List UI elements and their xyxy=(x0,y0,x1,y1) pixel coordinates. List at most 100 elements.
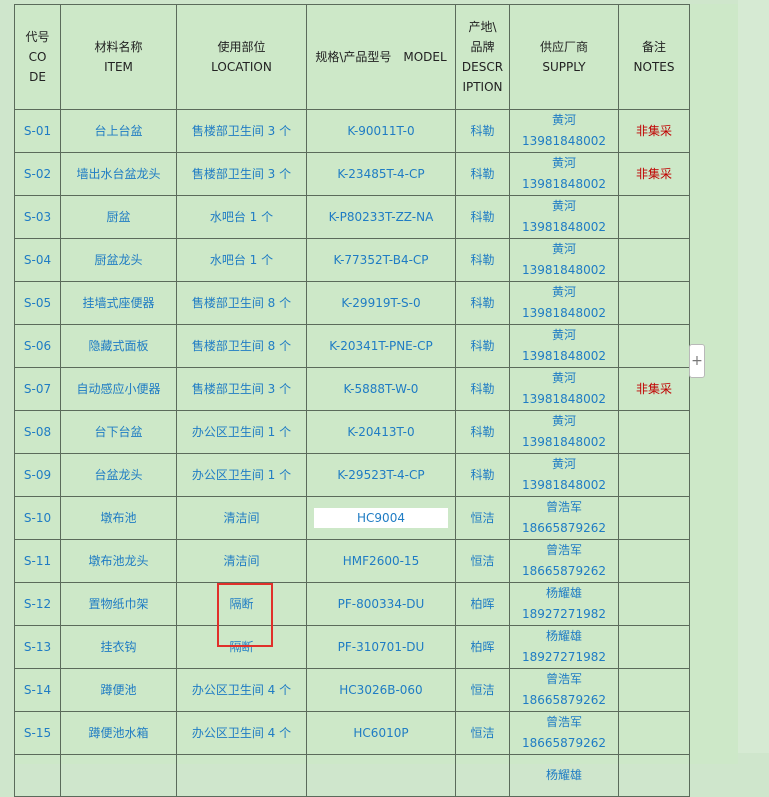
code-cell[interactable]: S-07 xyxy=(14,367,61,411)
note-cell[interactable] xyxy=(618,625,690,669)
supplier-cell[interactable]: 曾浩军 18665879262 xyxy=(509,539,619,583)
supplier-cell[interactable]: 黄河 13981848002 xyxy=(509,109,619,153)
model-cell[interactable]: K-23485T-4-CP xyxy=(306,152,456,196)
brand-cell[interactable]: 科勒 xyxy=(455,195,510,239)
model-cell[interactable]: K-77352T-B4-CP xyxy=(306,238,456,282)
note-cell[interactable] xyxy=(618,711,690,755)
model-cell[interactable]: K-P80233T-ZZ-NA xyxy=(306,195,456,239)
location-cell[interactable]: 售楼部卫生间 3 个 xyxy=(176,367,307,411)
code-cell[interactable]: S-15 xyxy=(14,711,61,755)
location-cell[interactable]: 办公区卫生间 4 个 xyxy=(176,668,307,712)
supplier-cell[interactable]: 黄河 13981848002 xyxy=(509,281,619,325)
location-cell[interactable]: 水吧台 1 个 xyxy=(176,238,307,282)
item-cell[interactable]: 置物纸巾架 xyxy=(60,582,177,626)
note-cell[interactable] xyxy=(618,582,690,626)
item-cell[interactable]: 台上台盆 xyxy=(60,109,177,153)
note-cell[interactable] xyxy=(618,238,690,282)
model-cell[interactable]: K-29919T-S-0 xyxy=(306,281,456,325)
item-cell[interactable] xyxy=(60,754,177,797)
note-cell[interactable]: 非集采 xyxy=(618,367,690,411)
item-cell[interactable]: 墙出水台盆龙头 xyxy=(60,152,177,196)
code-cell[interactable]: S-12 xyxy=(14,582,61,626)
item-cell[interactable]: 厨盆龙头 xyxy=(60,238,177,282)
code-cell[interactable]: S-10 xyxy=(14,496,61,540)
note-cell[interactable] xyxy=(618,281,690,325)
supplier-cell[interactable]: 曾浩军 18665879262 xyxy=(509,496,619,540)
brand-cell[interactable]: 科勒 xyxy=(455,238,510,282)
note-cell[interactable] xyxy=(618,195,690,239)
brand-cell[interactable]: 科勒 xyxy=(455,152,510,196)
note-cell[interactable] xyxy=(618,496,690,540)
location-cell[interactable]: 办公区卫生间 1 个 xyxy=(176,410,307,454)
model-cell[interactable] xyxy=(306,754,456,797)
model-cell[interactable]: K-20341T-PNE-CP xyxy=(306,324,456,368)
location-cell[interactable]: 售楼部卫生间 8 个 xyxy=(176,324,307,368)
location-cell[interactable]: 水吧台 1 个 xyxy=(176,195,307,239)
code-cell[interactable]: S-06 xyxy=(14,324,61,368)
location-cell[interactable]: 售楼部卫生间 8 个 xyxy=(176,281,307,325)
item-cell[interactable]: 自动感应小便器 xyxy=(60,367,177,411)
location-cell[interactable] xyxy=(176,754,307,797)
code-cell[interactable]: S-03 xyxy=(14,195,61,239)
item-cell[interactable]: 台下台盆 xyxy=(60,410,177,454)
note-cell[interactable] xyxy=(618,539,690,583)
location-cell[interactable]: 隔断 xyxy=(176,625,307,669)
model-cell[interactable]: K-90011T-0 xyxy=(306,109,456,153)
model-selected-cell[interactable]: HC9004 xyxy=(314,508,448,528)
add-column-button[interactable]: + xyxy=(689,344,705,378)
code-cell[interactable]: S-09 xyxy=(14,453,61,497)
supplier-cell[interactable]: 黄河 13981848002 xyxy=(509,453,619,497)
item-cell[interactable]: 蹲便池水箱 xyxy=(60,711,177,755)
note-cell[interactable]: 非集采 xyxy=(618,109,690,153)
brand-cell[interactable]: 科勒 xyxy=(455,109,510,153)
brand-cell[interactable]: 恒洁 xyxy=(455,539,510,583)
model-cell[interactable]: HC3026B-060 xyxy=(306,668,456,712)
code-cell[interactable]: S-02 xyxy=(14,152,61,196)
location-cell[interactable]: 清洁间 xyxy=(176,539,307,583)
code-cell[interactable]: S-13 xyxy=(14,625,61,669)
note-cell[interactable]: 非集采 xyxy=(618,152,690,196)
supplier-cell[interactable]: 黄河 13981848002 xyxy=(509,152,619,196)
brand-cell[interactable]: 柏晖 xyxy=(455,582,510,626)
item-cell[interactable]: 蹲便池 xyxy=(60,668,177,712)
supplier-cell[interactable]: 黄河 13981848002 xyxy=(509,410,619,454)
code-cell[interactable]: S-04 xyxy=(14,238,61,282)
brand-cell[interactable]: 恒洁 xyxy=(455,711,510,755)
location-cell[interactable]: 售楼部卫生间 3 个 xyxy=(176,152,307,196)
model-cell[interactable]: K-20413T-0 xyxy=(306,410,456,454)
brand-cell[interactable]: 恒洁 xyxy=(455,496,510,540)
supplier-cell[interactable]: 黄河 13981848002 xyxy=(509,195,619,239)
supplier-cell[interactable]: 杨耀雄 18927271982 xyxy=(509,625,619,669)
location-cell[interactable]: 售楼部卫生间 3 个 xyxy=(176,109,307,153)
model-cell[interactable]: PF-310701-DU xyxy=(306,625,456,669)
brand-cell[interactable]: 科勒 xyxy=(455,281,510,325)
item-cell[interactable]: 墩布池 xyxy=(60,496,177,540)
item-cell[interactable]: 挂衣钩 xyxy=(60,625,177,669)
model-cell[interactable]: K-29523T-4-CP xyxy=(306,453,456,497)
location-cell[interactable]: 清洁间 xyxy=(176,496,307,540)
item-cell[interactable]: 厨盆 xyxy=(60,195,177,239)
code-cell[interactable] xyxy=(14,754,61,797)
note-cell[interactable] xyxy=(618,324,690,368)
brand-cell[interactable]: 科勒 xyxy=(455,410,510,454)
supplier-cell[interactable]: 杨耀雄 18927271982 xyxy=(509,582,619,626)
model-cell[interactable]: HC6010P xyxy=(306,711,456,755)
location-cell[interactable]: 办公区卫生间 1 个 xyxy=(176,453,307,497)
model-cell[interactable]: HC9004 xyxy=(306,496,456,540)
model-cell[interactable]: HMF2600-15 xyxy=(306,539,456,583)
supplier-cell[interactable]: 黄河 13981848002 xyxy=(509,324,619,368)
item-cell[interactable]: 台盆龙头 xyxy=(60,453,177,497)
note-cell[interactable] xyxy=(618,754,690,797)
supplier-cell[interactable]: 黄河 13981848002 xyxy=(509,367,619,411)
note-cell[interactable] xyxy=(618,453,690,497)
brand-cell[interactable]: 科勒 xyxy=(455,367,510,411)
item-cell[interactable]: 挂墙式座便器 xyxy=(60,281,177,325)
location-cell[interactable]: 隔断 xyxy=(176,582,307,626)
code-cell[interactable]: S-05 xyxy=(14,281,61,325)
code-cell[interactable]: S-08 xyxy=(14,410,61,454)
supplier-cell[interactable]: 曾浩军 18665879262 xyxy=(509,711,619,755)
brand-cell[interactable]: 柏晖 xyxy=(455,625,510,669)
supplier-cell[interactable]: 杨耀雄 xyxy=(509,754,619,797)
code-cell[interactable]: S-14 xyxy=(14,668,61,712)
brand-cell[interactable]: 恒洁 xyxy=(455,668,510,712)
